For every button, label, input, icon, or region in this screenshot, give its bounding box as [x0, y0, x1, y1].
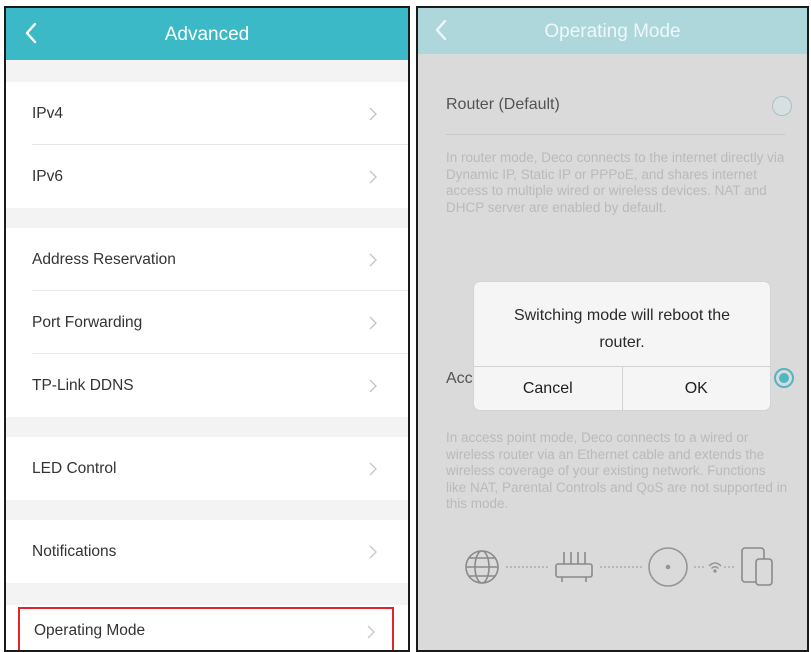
section-gap [6, 500, 408, 520]
advanced-screen: Advanced IPv4 IPv6 Address Reservation P… [4, 6, 410, 652]
menu-item-label: IPv6 [32, 167, 64, 185]
menu-item-label: Port Forwarding [32, 313, 143, 331]
ok-button[interactable]: OK [621, 367, 771, 410]
page-title: Advanced [164, 24, 250, 45]
advanced-app-bar: Advanced [6, 8, 408, 60]
menu-item-operating-mode[interactable]: Operating Mode [18, 607, 394, 650]
chevron-right-icon [369, 316, 377, 330]
section-gap [6, 208, 408, 228]
section-gap [6, 583, 408, 605]
section-gap [6, 417, 408, 437]
menu-item-port-forwarding[interactable]: Port Forwarding [6, 291, 408, 354]
cancel-button[interactable]: Cancel [474, 367, 622, 410]
section-gap [6, 60, 408, 82]
reboot-confirm-dialog: Switching mode will reboot the router. C… [474, 282, 770, 410]
operating-mode-screen: Operating Mode Router (Default) In route… [416, 6, 809, 652]
menu-item-address-reservation[interactable]: Address Reservation [6, 228, 408, 291]
chevron-right-icon [369, 545, 377, 559]
dialog-button-bar: Cancel OK [474, 366, 770, 410]
page-title: Operating Mode [544, 21, 681, 42]
menu-item-led-control[interactable]: LED Control [6, 437, 408, 500]
menu-item-label: TP-Link DDNS [32, 376, 134, 394]
dialog-message: Switching mode will reboot the router. [513, 307, 731, 351]
menu-item-label: IPv4 [32, 104, 64, 122]
menu-item-label: Notifications [32, 542, 117, 560]
chevron-right-icon [369, 462, 377, 476]
menu-item-label: LED Control [32, 459, 117, 477]
chevron-right-icon [369, 253, 377, 267]
menu-item-notifications[interactable]: Notifications [6, 520, 408, 583]
chevron-right-icon [369, 170, 377, 184]
chevron-right-icon [369, 107, 377, 121]
menu-item-label: Address Reservation [32, 250, 176, 268]
menu-item-ipv4[interactable]: IPv4 [6, 82, 408, 145]
chevron-right-icon [369, 379, 377, 393]
menu-item-label: Operating Mode [34, 621, 146, 639]
operating-mode-app-bar: Operating Mode [418, 8, 807, 54]
chevron-right-icon [367, 625, 375, 639]
menu-item-ipv6[interactable]: IPv6 [6, 145, 408, 208]
menu-item-tp-link-ddns[interactable]: TP-Link DDNS [6, 354, 408, 417]
